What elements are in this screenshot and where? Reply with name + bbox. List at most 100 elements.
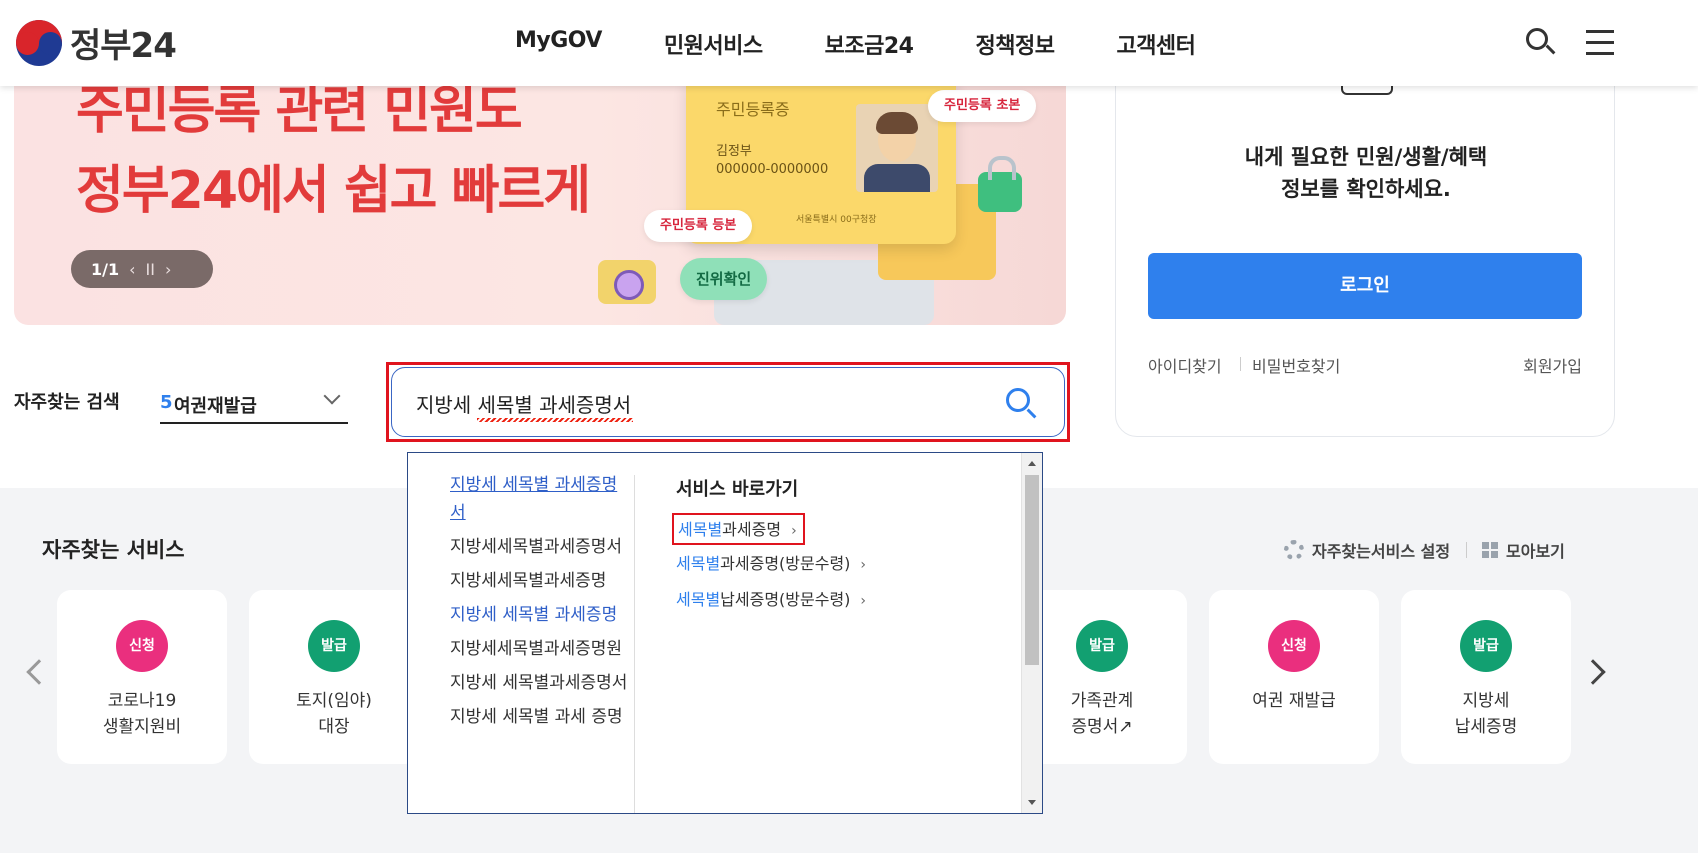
service-name: 토지(임야) 대장 xyxy=(296,691,372,737)
id-card-issuer: 서울특별시 00구청장 xyxy=(796,215,877,225)
search-autocomplete-dropdown: 지방세 세목별 과세증명서 지방세세목별과세증명서 지방세세목별과세증명 지방세… xyxy=(407,452,1043,814)
frequent-search-label: 자주찾는 검색 xyxy=(14,392,120,413)
banner-prev-button[interactable]: ‹ xyxy=(129,260,135,279)
id-card-number: 000000-0000000 xyxy=(716,162,829,177)
banner-slider-control: 1/1 ‹ II › xyxy=(71,250,213,288)
issue-badge: 발급 xyxy=(1076,620,1128,672)
photo-hair xyxy=(876,112,918,134)
frequent-search-rank: 5 xyxy=(160,392,173,413)
lock-icon xyxy=(978,156,1022,212)
search-icon[interactable] xyxy=(1524,26,1558,60)
suggestion-item[interactable]: 지방세세목별과세증명서 xyxy=(450,533,630,561)
banner-pause-button[interactable]: II xyxy=(146,260,155,279)
banner-pill-verification: 진위확인 xyxy=(680,258,768,300)
login-button[interactable]: 로그인 xyxy=(1148,253,1582,319)
search-box xyxy=(391,367,1065,437)
shortcut-tax-certificate[interactable]: 세목별과세증명 › xyxy=(672,513,805,545)
banner-next-button[interactable]: › xyxy=(165,260,171,279)
chevron-right-icon: › xyxy=(860,557,867,573)
frequent-search-select[interactable]: 5 여권재발급 xyxy=(160,384,348,424)
service-card[interactable]: 발급 토지(임야) 대장 xyxy=(249,590,419,764)
issue-badge: 발급 xyxy=(1460,620,1512,672)
suggestion-list: 지방세 세목별 과세증명서 지방세세목별과세증명서 지방세세목별과세증명 지방세… xyxy=(408,453,634,813)
chevron-down-icon xyxy=(323,387,341,405)
service-name: 지방세 납세증명 xyxy=(1454,691,1518,737)
frequent-services-title: 자주찾는 서비스 xyxy=(42,538,185,562)
shortcut-label: 과세증명(방문수령) xyxy=(720,554,851,573)
service-card[interactable]: 발급 지방세 납세증명 xyxy=(1401,590,1571,764)
site-header: 정부24 MyGOV 민원서비스 보조금24 정책정보 고객센터 xyxy=(0,0,1698,86)
chevron-right-icon: › xyxy=(791,523,797,539)
taegeuk-logo-icon xyxy=(16,19,62,66)
frequent-search-term: 여권재발급 xyxy=(174,396,257,417)
shortcut-label: 과세증명 xyxy=(722,520,782,539)
login-links: 아이디찾기 비밀번호찾기 회원가입 xyxy=(1148,353,1582,377)
search-submit-icon[interactable] xyxy=(1004,386,1040,422)
service-card[interactable]: 신청 코로나19 생활지원비 xyxy=(57,590,227,764)
search-highlight-box xyxy=(386,362,1070,442)
shortcut-keyword: 세목별 xyxy=(678,520,723,539)
column-divider xyxy=(634,475,635,813)
suggestion-item[interactable]: 지방세 세목별 과세증명서 xyxy=(450,471,630,527)
banner-page-indicator: 1/1 xyxy=(91,259,120,279)
nav-policy-info[interactable]: 정책정보 xyxy=(975,28,1054,60)
gear-icon xyxy=(1284,540,1304,560)
divider xyxy=(1466,542,1467,558)
id-photo xyxy=(856,104,938,192)
suggestion-item[interactable]: 지방세 세목별 과세증명 xyxy=(450,601,630,629)
camera-icon xyxy=(598,260,656,304)
suggestion-item[interactable]: 지방세 세목별 과세 증명 xyxy=(450,703,630,731)
nav-subsidy24[interactable]: 보조금24 xyxy=(825,28,914,60)
shortcut-keyword: 세목별 xyxy=(676,590,721,609)
scroll-down-icon[interactable] xyxy=(1028,800,1036,805)
scroll-up-icon[interactable] xyxy=(1028,461,1036,466)
search-input[interactable] xyxy=(416,388,976,418)
photo-suit xyxy=(864,164,930,192)
shortcut-tax-payment-certificate-visit[interactable]: 세목별납세증명(방문수령) › xyxy=(672,585,872,617)
signup-link[interactable]: 회원가입 xyxy=(1523,353,1582,377)
find-password-link[interactable]: 비밀번호찾기 xyxy=(1252,353,1340,377)
apply-badge: 신청 xyxy=(1268,620,1320,672)
login-message-line1: 내게 필요한 민원/생활/혜택 xyxy=(1244,145,1488,169)
shortcut-keyword: 세목별 xyxy=(676,554,721,573)
services-settings-label: 자주찾는서비스 설정 xyxy=(1312,542,1451,561)
find-id-link[interactable]: 아이디찾기 xyxy=(1148,353,1222,377)
logo-text: 정부24 xyxy=(70,26,177,66)
view-all-button[interactable]: 모아보기 xyxy=(1482,538,1565,562)
shortcut-tax-certificate-visit[interactable]: 세목별과세증명(방문수령) › xyxy=(672,549,872,581)
service-name: 여권 재발급 xyxy=(1252,691,1336,711)
service-card[interactable]: 신청 여권 재발급 xyxy=(1209,590,1379,764)
issue-badge: 발급 xyxy=(308,620,360,672)
service-name: 코로나19 생활지원비 xyxy=(102,691,182,737)
main-banner[interactable]: 주민등록 관련 민원도 정부24에서 쉽고 빠르게 주민등록증 김정부 0000… xyxy=(14,60,1066,325)
grid-icon xyxy=(1482,542,1498,558)
nav-customer-center[interactable]: 고객센터 xyxy=(1116,28,1195,60)
shortcut-label: 납세증명(방문수령) xyxy=(720,590,851,609)
suggestion-item[interactable]: 지방세세목별과세증명원 xyxy=(450,635,630,663)
hamburger-menu-icon[interactable] xyxy=(1586,30,1614,56)
link-divider xyxy=(1240,357,1241,371)
service-shortcuts-header: 서비스 바로가기 xyxy=(676,479,799,500)
service-shortcuts: 서비스 바로가기 세목별과세증명 › 세목별과세증명(방문수령) › 세목별납세증명… xyxy=(672,475,996,621)
dropdown-scrollbar[interactable] xyxy=(1021,453,1042,813)
id-card-name: 김정부 xyxy=(716,144,752,159)
suggestion-item[interactable]: 지방세세목별과세증명 xyxy=(450,567,630,595)
nav-mygov[interactable]: MyGOV xyxy=(515,28,602,60)
banner-pill-resident-copy: 주민등록 등본 xyxy=(644,210,753,242)
spellcheck-underline xyxy=(477,418,633,422)
banner-headline-2: 정부24에서 쉽고 빠르게 xyxy=(76,161,591,221)
chevron-right-icon: › xyxy=(860,593,867,609)
view-all-label: 모아보기 xyxy=(1506,542,1565,561)
login-message-line2: 정보를 확인하세요. xyxy=(1281,177,1451,201)
suggestion-item[interactable]: 지방세 세목별과세증명서 xyxy=(450,669,630,697)
apply-badge: 신청 xyxy=(116,620,168,672)
main-nav: MyGOV 민원서비스 보조금24 정책정보 고객센터 xyxy=(515,28,1257,60)
site-logo[interactable]: 정부24 xyxy=(16,18,177,67)
nav-civil-service[interactable]: 민원서비스 xyxy=(664,28,763,60)
banner-pill-resident-abstract: 주민등록 초본 xyxy=(928,90,1037,122)
scroll-thumb[interactable] xyxy=(1025,475,1039,665)
page: 주민등록 관련 민원도 정부24에서 쉽고 빠르게 주민등록증 김정부 0000… xyxy=(0,0,1698,853)
id-card-title: 주민등록증 xyxy=(716,100,790,119)
services-settings-button[interactable]: 자주찾는서비스 설정 xyxy=(1284,538,1450,562)
login-panel: 내게 필요한 민원/생활/혜택 정보를 확인하세요. 로그인 아이디찾기 비밀번… xyxy=(1115,60,1615,437)
